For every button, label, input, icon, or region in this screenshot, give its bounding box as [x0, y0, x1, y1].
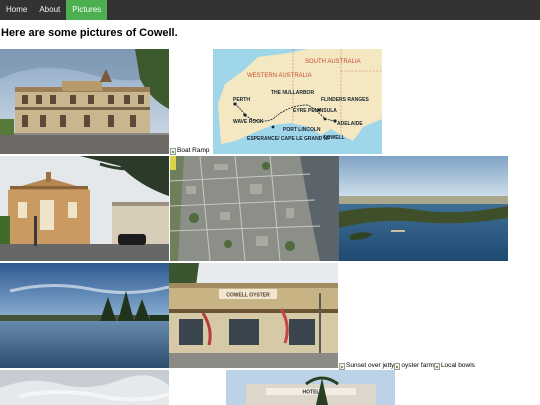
map-label-port-lincoln: PORT LINCOLN: [283, 127, 321, 133]
nav-pictures-link[interactable]: Pictures: [66, 0, 108, 20]
boat-ramp-alt-text: Boat Ramp: [177, 147, 210, 154]
map-label-eyre: EYRE PENINSULA: [293, 108, 337, 114]
local-bowls-alt-text: Local bowls: [440, 362, 475, 369]
top-navigation: Home About Pictures: [0, 0, 540, 20]
clouds-photo: [0, 370, 169, 405]
map-label-adelaide: ADELAIDE: [337, 121, 363, 127]
sunset-jetty-alt-text: Sunset over jetty: [346, 362, 395, 369]
map-label-perth: PERTH: [233, 97, 250, 103]
boat-ramp-image: Boat Ramp: [170, 147, 210, 155]
nav-about-link[interactable]: About: [33, 0, 66, 20]
mangroves-photo: [339, 156, 508, 261]
aerial-town-photo: [170, 156, 339, 261]
broken-image-icon: [170, 147, 176, 155]
map-label-wave-rock: WAVE ROCK: [233, 119, 264, 125]
broken-image-icon: [433, 362, 440, 370]
map-label-cowell: COWELL: [323, 135, 345, 141]
page-title: Here are some pictures of Cowell.: [1, 27, 178, 39]
hotel-photo: [0, 49, 169, 154]
hotel-front-photo: HOTEL: [226, 370, 395, 405]
post-office-photo: [0, 156, 169, 261]
oyster-shop-photo: COWELL OYSTER: [169, 263, 338, 368]
broken-image-icon: [339, 362, 345, 370]
broken-image-icon: [394, 362, 401, 370]
oyster-farm-alt-text: oyster farm: [401, 362, 434, 369]
hotel-sign-text: HOTEL: [303, 390, 320, 396]
gallery-broken-images: Sunset over jetty oyster farm Local bowl…: [339, 362, 475, 370]
map-label-nullarbor: THE NULLARBOR: [271, 90, 314, 96]
shop-sign-text: COWELL OYSTER: [226, 293, 270, 299]
nav-home-link[interactable]: Home: [0, 0, 33, 20]
map-label-wa: WESTERN AUSTRALIA: [247, 73, 312, 79]
map-label-esperance: ESPERANCE/ CAPE LE GRAND NP: [247, 136, 331, 142]
road-trip-map: WESTERN AUSTRALIA SOUTH AUSTRALIA PERTH …: [213, 49, 382, 154]
map-label-sa: SOUTH AUSTRALIA: [305, 59, 361, 65]
shoreline-photo: [0, 263, 169, 368]
map-label-flinders: FLINDERS RANGES: [321, 97, 369, 103]
